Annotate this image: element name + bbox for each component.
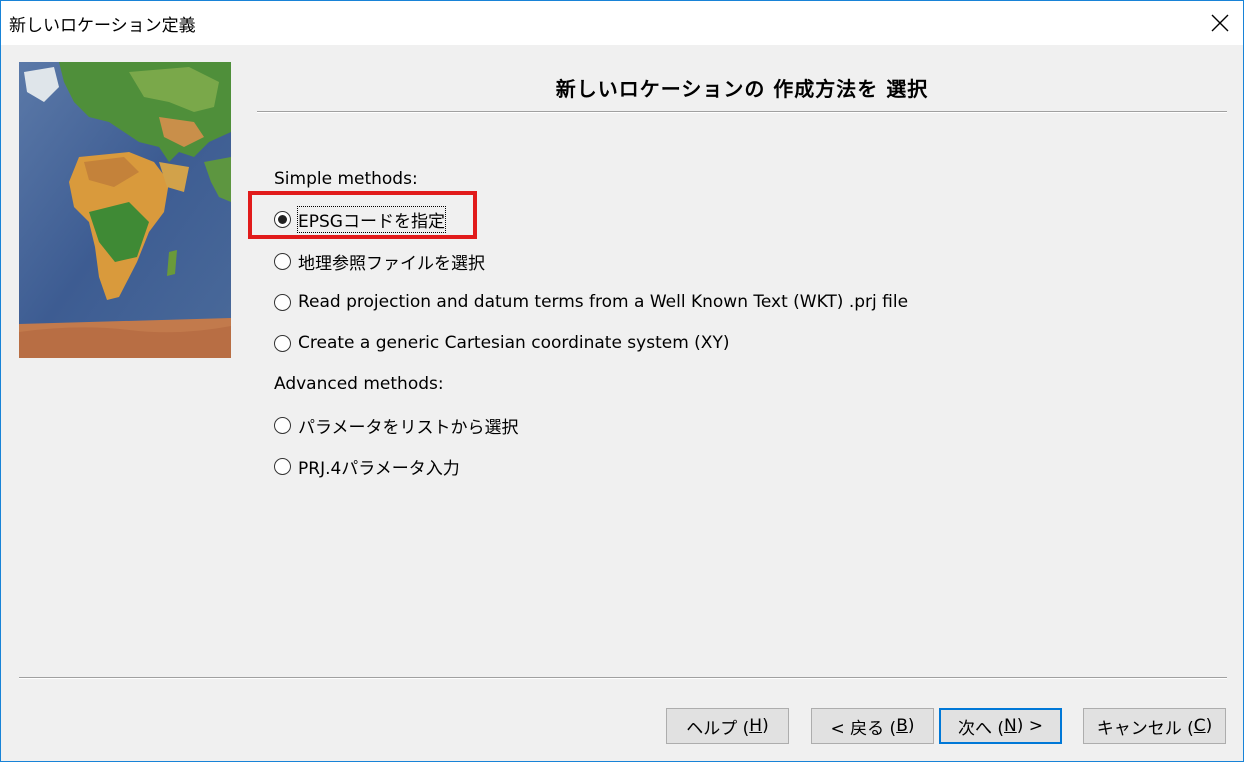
title-bar: 新しいロケーション定義 <box>1 1 1243 45</box>
radio-unselected-icon <box>274 252 291 270</box>
radio-generic-xy-label: Create a generic Cartesian coordinate sy… <box>298 333 730 353</box>
radio-params-list-label: パラメータをリストから選択 <box>298 417 519 438</box>
next-button[interactable]: 次へ (N) > <box>939 708 1062 744</box>
back-button[interactable]: < 戻る (B) <box>811 708 934 744</box>
radio-georef-file-label: 地理参照ファイルを選択 <box>298 253 485 274</box>
radio-georef-file[interactable]: 地理参照ファイルを選択 <box>274 248 485 274</box>
radio-params-list[interactable]: パラメータをリストから選択 <box>274 412 519 438</box>
page-heading: 新しいロケーションの 作成方法を 選択 <box>555 77 929 101</box>
footer-divider <box>19 677 1227 679</box>
radio-unselected-icon <box>274 416 291 434</box>
close-icon <box>1211 14 1229 32</box>
help-button[interactable]: ヘルプ (H) <box>666 708 789 744</box>
radio-proj4-input[interactable]: PRJ.4パラメータ入力 <box>274 453 460 479</box>
radio-proj4-input-label: PRJ.4パラメータ入力 <box>298 458 460 479</box>
location-wizard-window: 新しいロケーション定義 新しいロケーションの 作成方法を 選択 Simple m… <box>0 0 1244 762</box>
annotation-highlight-box <box>248 191 477 239</box>
radio-unselected-icon <box>274 293 291 311</box>
radio-unselected-icon <box>274 334 291 352</box>
radio-wkt-prj-label: Read projection and datum terms from a W… <box>298 292 909 312</box>
radio-wkt-prj[interactable]: Read projection and datum terms from a W… <box>274 289 908 315</box>
heading-divider <box>257 111 1227 113</box>
radio-generic-xy[interactable]: Create a generic Cartesian coordinate sy… <box>274 330 729 356</box>
close-button[interactable] <box>1197 1 1243 45</box>
world-map-image <box>19 62 231 358</box>
advanced-methods-label: Advanced methods: <box>274 374 444 394</box>
cancel-button[interactable]: キャンセル (C) <box>1083 708 1226 744</box>
radio-unselected-icon <box>274 457 291 475</box>
simple-methods-label: Simple methods: <box>274 169 418 189</box>
window-title: 新しいロケーション定義 <box>9 16 196 36</box>
